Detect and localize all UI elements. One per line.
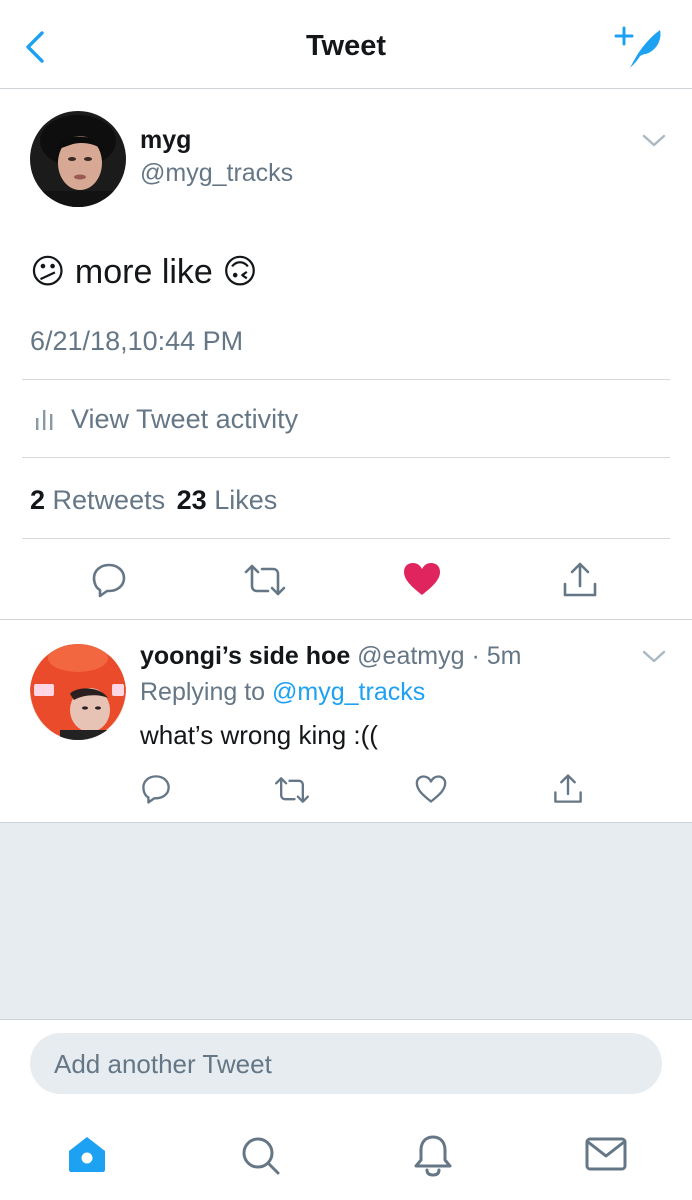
tweet-timestamp: 6/21/18,10:44 PM xyxy=(30,326,244,356)
messages-envelope-icon[interactable] xyxy=(584,1136,628,1172)
share-icon[interactable] xyxy=(561,560,599,600)
reply-author-avatar[interactable] xyxy=(30,644,126,740)
view-tweet-activity-row[interactable]: View Tweet activity xyxy=(30,398,650,438)
tweet-text-content: more like xyxy=(74,253,213,291)
reply-author-name[interactable]: yoongi’s side hoe xyxy=(140,642,350,670)
page-title: Tweet xyxy=(305,30,387,62)
activity-bars-icon xyxy=(34,406,56,430)
retweets-label: Retweets xyxy=(52,485,166,515)
likes-link[interactable]: 23 Likes xyxy=(177,485,278,515)
author-name[interactable]: myg xyxy=(140,126,191,155)
view-tweet-activity-label: View Tweet activity xyxy=(71,404,299,434)
reply-retweet-icon[interactable] xyxy=(274,775,310,805)
reply-like-heart-icon[interactable] xyxy=(414,774,448,804)
tweet-text: 😕 more like 🙃 xyxy=(30,252,258,292)
notifications-bell-icon[interactable] xyxy=(412,1133,454,1177)
like-heart-filled-icon[interactable] xyxy=(402,561,442,597)
reply-header: yoongi’s side hoe @eatmyg · 5m xyxy=(140,642,522,671)
reply-time: 5m xyxy=(486,642,522,670)
retweet-icon[interactable] xyxy=(244,562,286,598)
reply-share-icon[interactable] xyxy=(552,772,584,806)
upside-down-emoji: 🙃 xyxy=(222,253,258,291)
replying-to-prefix: Replying to xyxy=(140,678,266,706)
section-divider xyxy=(0,619,692,620)
retweets-count: 2 xyxy=(30,485,46,515)
reply-reply-icon[interactable] xyxy=(140,773,172,805)
author-handle[interactable]: @myg_tracks xyxy=(140,159,293,188)
add-another-tweet-input[interactable] xyxy=(52,1033,646,1096)
divider xyxy=(22,538,670,539)
reply-icon[interactable] xyxy=(90,561,128,599)
likes-label: Likes xyxy=(214,485,278,515)
reply-author-handle[interactable]: @eatmyg xyxy=(357,642,464,670)
compose-tweet-icon[interactable] xyxy=(614,26,666,70)
divider xyxy=(22,457,670,458)
engagement-counts: 2 Retweets 23 Likes xyxy=(30,485,277,516)
confused-emoji: 😕 xyxy=(30,253,66,291)
empty-thread-area xyxy=(0,822,692,1020)
tweet-options-chevron-icon[interactable] xyxy=(640,130,668,150)
top-navigation-bar: Tweet xyxy=(0,0,692,89)
search-icon[interactable] xyxy=(240,1135,282,1177)
reply-text: what’s wrong king :(( xyxy=(140,720,378,750)
replying-to-handle-link[interactable]: @myg_tracks xyxy=(272,678,425,706)
replying-to-line: Replying to @myg_tracks xyxy=(140,678,425,707)
reply-separator: · xyxy=(471,642,480,670)
divider xyxy=(22,379,670,380)
retweets-link[interactable]: 2 Retweets xyxy=(30,485,173,515)
author-avatar[interactable] xyxy=(30,111,126,207)
reply-options-chevron-icon[interactable] xyxy=(640,646,668,666)
likes-count: 23 xyxy=(176,485,207,515)
home-icon[interactable] xyxy=(66,1134,108,1174)
add-another-tweet-composer[interactable] xyxy=(30,1033,662,1096)
